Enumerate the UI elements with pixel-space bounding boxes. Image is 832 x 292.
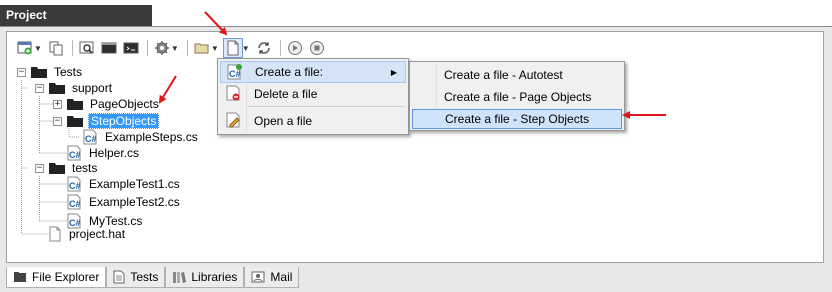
csharp-new-file-icon: C# bbox=[225, 64, 243, 80]
svg-text:C#: C# bbox=[85, 134, 97, 144]
submenu-item-label: Create a file - Step Objects bbox=[445, 112, 590, 126]
collapse-icon[interactable]: − bbox=[53, 116, 62, 126]
toolbar: ▼ ▼ ▼ ▼ bbox=[15, 37, 329, 59]
tree-node-label: project.hat bbox=[69, 227, 126, 241]
dropdown-arrow-icon[interactable]: ▼ bbox=[242, 44, 250, 53]
svg-text:C#: C# bbox=[69, 181, 81, 191]
tree-node-label-selected: StepObjects bbox=[88, 113, 160, 129]
menu-item-create-file[interactable]: C# Create a file: ▶ bbox=[220, 61, 406, 83]
tree-node-label: Helper.cs bbox=[89, 146, 140, 160]
tab-libraries[interactable]: Libraries bbox=[165, 267, 245, 288]
tree-node-tests-folder[interactable]: − tests bbox=[35, 160, 99, 176]
submenu-item-step-objects[interactable]: Create a file - Step Objects bbox=[412, 109, 622, 129]
tab-label: Libraries bbox=[191, 270, 238, 284]
tree-node-label: tests bbox=[72, 161, 98, 175]
dropdown-arrow-icon[interactable]: ▼ bbox=[171, 44, 179, 53]
submenu-item-label: Create a file - Autotest bbox=[444, 68, 563, 82]
collapse-icon[interactable]: − bbox=[35, 163, 44, 173]
context-menu: C# Create a file: ▶ Delete a file Open a… bbox=[217, 58, 409, 135]
folder-icon bbox=[30, 65, 48, 79]
svg-text:C#: C# bbox=[69, 199, 81, 209]
submenu-item-page-objects[interactable]: Create a file - Page Objects bbox=[412, 87, 622, 107]
csharp-file-icon: C# bbox=[81, 129, 99, 145]
svg-text:C#: C# bbox=[69, 150, 81, 160]
toolbar-separator bbox=[186, 40, 188, 56]
project-panel: ▼ ▼ ▼ ▼ − Tests − support + PageObjects … bbox=[0, 26, 832, 292]
menu-separator bbox=[248, 106, 404, 107]
refresh-icon[interactable] bbox=[254, 38, 274, 58]
tab-mail[interactable]: Mail bbox=[244, 267, 300, 288]
csharp-file-icon: C# bbox=[65, 145, 83, 161]
tree-node-label: ExampleTest1.cs bbox=[89, 177, 180, 191]
tree-node-tests-root[interactable]: − Tests bbox=[17, 64, 84, 80]
open-folder-icon[interactable] bbox=[192, 38, 212, 58]
tab-label: Mail bbox=[270, 270, 293, 284]
file-icon bbox=[47, 226, 63, 242]
tab-tests[interactable]: Tests bbox=[106, 267, 166, 288]
tree-node-label: support bbox=[72, 81, 113, 95]
command-icon[interactable] bbox=[121, 38, 141, 58]
settings-icon[interactable] bbox=[152, 38, 172, 58]
menu-item-delete-file[interactable]: Delete a file bbox=[220, 83, 406, 105]
explorer-area: ▼ ▼ ▼ ▼ − Tests − support + PageObjects … bbox=[6, 31, 824, 263]
tree-node-stepobjects[interactable]: − StepObjects bbox=[53, 113, 160, 129]
new-project-icon[interactable] bbox=[15, 38, 35, 58]
folder-icon bbox=[66, 97, 84, 111]
collapse-icon[interactable]: − bbox=[35, 83, 44, 93]
libraries-icon bbox=[172, 270, 187, 284]
tree-node-helper[interactable]: C# Helper.cs bbox=[65, 145, 141, 161]
panel-title: Project bbox=[0, 5, 152, 26]
tree-node-examplesteps[interactable]: C# ExampleSteps.cs bbox=[81, 129, 200, 145]
tab-label: Tests bbox=[130, 270, 159, 284]
edit-file-icon bbox=[224, 112, 242, 128]
tree-node-label: ExampleTest2.cs bbox=[89, 195, 180, 209]
delete-file-icon bbox=[224, 85, 242, 101]
tree-node-pageobjects[interactable]: + PageObjects bbox=[53, 96, 161, 112]
collapse-icon[interactable]: − bbox=[17, 67, 26, 77]
bottom-tab-bar: File Explorer Tests Libraries Mail bbox=[6, 267, 300, 289]
submenu-arrow-icon: ▶ bbox=[390, 67, 397, 77]
tab-label: File Explorer bbox=[32, 270, 100, 284]
tree-node-project-hat[interactable]: project.hat bbox=[47, 226, 127, 242]
folder-icon bbox=[48, 161, 66, 175]
run-icon[interactable] bbox=[285, 38, 305, 58]
csharp-file-icon: C# bbox=[65, 194, 83, 210]
tests-icon bbox=[113, 270, 125, 284]
copy-icon[interactable] bbox=[46, 38, 66, 58]
mail-icon bbox=[251, 270, 265, 284]
console-icon[interactable] bbox=[99, 38, 119, 58]
folder-icon bbox=[48, 81, 66, 95]
toolbar-separator bbox=[279, 40, 281, 56]
tree-node-exampletest2[interactable]: C# ExampleTest2.cs bbox=[65, 194, 182, 210]
dropdown-arrow-icon[interactable]: ▼ bbox=[34, 44, 42, 53]
folder-icon bbox=[66, 114, 84, 128]
tab-file-explorer[interactable]: File Explorer bbox=[6, 267, 107, 288]
new-file-icon[interactable] bbox=[222, 38, 243, 58]
tree-node-exampletest1[interactable]: C# ExampleTest1.cs bbox=[65, 176, 182, 192]
create-file-submenu: Create a file - Autotest Create a file -… bbox=[409, 61, 625, 131]
menu-item-label: Open a file bbox=[254, 114, 313, 128]
dropdown-arrow-icon[interactable]: ▼ bbox=[211, 44, 219, 53]
menu-item-open-file[interactable]: Open a file bbox=[220, 110, 406, 132]
preview-icon[interactable] bbox=[77, 38, 97, 58]
toolbar-separator bbox=[71, 40, 73, 56]
tree-node-label: Tests bbox=[54, 65, 83, 79]
csharp-file-icon: C# bbox=[65, 176, 83, 192]
tree-node-label: PageObjects bbox=[90, 97, 159, 111]
menu-item-label: Delete a file bbox=[254, 87, 318, 101]
file-explorer-icon bbox=[13, 271, 27, 283]
stop-icon[interactable] bbox=[307, 38, 327, 58]
submenu-item-autotest[interactable]: Create a file - Autotest bbox=[412, 65, 622, 85]
tree-node-label: ExampleSteps.cs bbox=[105, 130, 198, 144]
submenu-item-label: Create a file - Page Objects bbox=[444, 90, 592, 104]
svg-text:C#: C# bbox=[229, 69, 241, 79]
toolbar-separator bbox=[146, 40, 148, 56]
expand-icon[interactable]: + bbox=[53, 99, 62, 109]
menu-item-label: Create a file: bbox=[255, 65, 324, 79]
tree-node-support[interactable]: − support bbox=[35, 80, 114, 96]
